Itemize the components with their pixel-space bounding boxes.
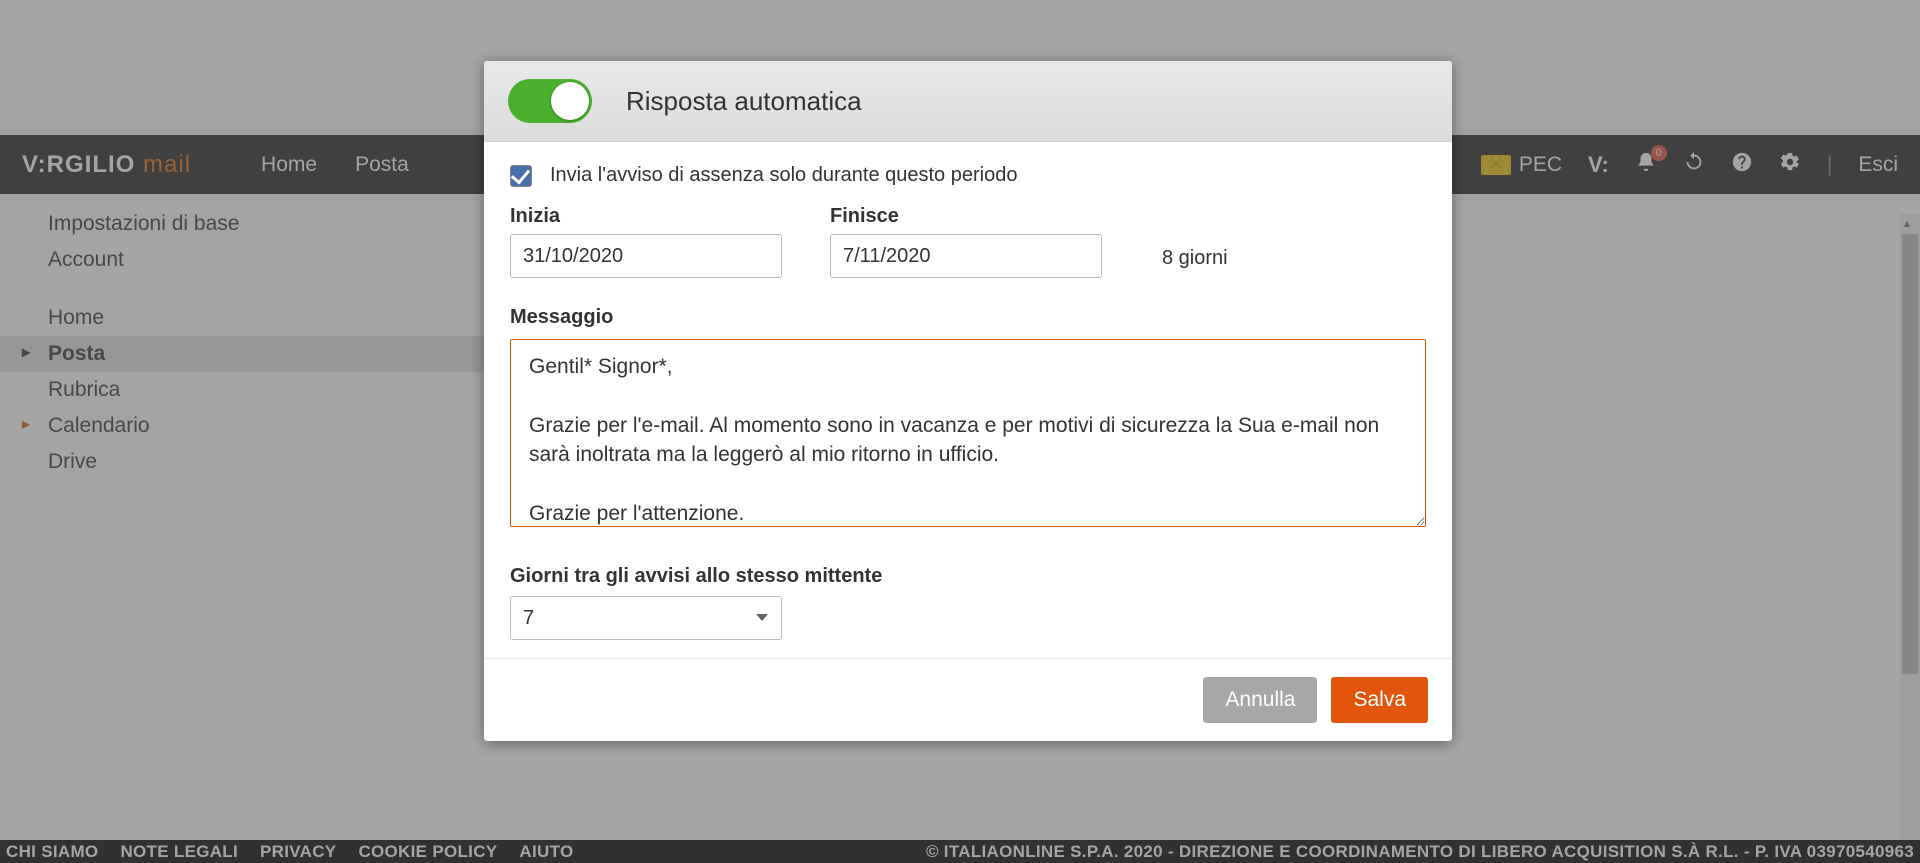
start-date-input[interactable] xyxy=(510,234,782,278)
date-row: Inizia Finisce 8 giorni xyxy=(510,205,1426,278)
days-select-wrap: 7 xyxy=(510,596,782,640)
cancel-button[interactable]: Annulla xyxy=(1203,677,1317,723)
period-checkbox-row: Invia l'avviso di assenza solo durante q… xyxy=(510,164,1426,187)
auto-reply-toggle[interactable] xyxy=(508,79,592,123)
modal-footer: Annulla Salva xyxy=(484,659,1452,741)
start-date-label: Inizia xyxy=(510,205,782,228)
save-button[interactable]: Salva xyxy=(1331,677,1428,723)
end-date-input[interactable] xyxy=(830,234,1102,278)
days-select[interactable]: 7 xyxy=(510,596,782,640)
toggle-knob xyxy=(551,82,589,120)
start-date-field: Inizia xyxy=(510,205,782,278)
auto-reply-modal: Risposta automatica Invia l'avviso di as… xyxy=(484,61,1452,741)
period-checkbox[interactable] xyxy=(510,165,532,187)
end-date-field: Finisce xyxy=(830,205,1102,278)
duration-text: 8 giorni xyxy=(1162,247,1228,278)
modal-body: Invia l'avviso di assenza solo durante q… xyxy=(484,142,1452,659)
modal-header: Risposta automatica xyxy=(484,61,1452,142)
end-date-label: Finisce xyxy=(830,205,1102,228)
modal-title: Risposta automatica xyxy=(626,86,862,117)
days-between-label: Giorni tra gli avvisi allo stesso mitten… xyxy=(510,565,1426,588)
message-textarea[interactable] xyxy=(510,339,1426,527)
period-checkbox-label: Invia l'avviso di assenza solo durante q… xyxy=(550,164,1017,187)
message-label: Messaggio xyxy=(510,306,1426,329)
